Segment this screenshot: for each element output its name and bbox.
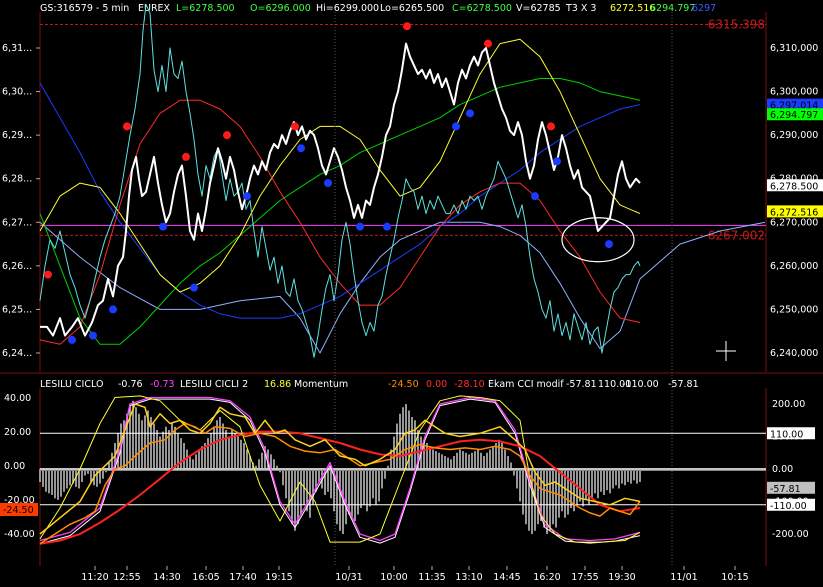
price-y-tick-right: 6,250,000 [770,304,818,315]
ind-value-6: -28.10 [454,379,485,390]
trading-chart[interactable]: GS:316579 - 5 min EUREX L=6278.500 O=629… [0,0,823,583]
ind-right-label: 110.00 [770,429,803,440]
blue-signal-dot [383,222,391,231]
symbol-label: GS:316579 - 5 min [40,3,129,14]
ind-label-1: LESILU CICLO [40,379,103,390]
price-y-tick-right: 6,270,000 [770,217,818,228]
x-tick-label: 11:20 [81,572,108,583]
price-y-tick-left: 6,25... [2,304,32,315]
blue-signal-dot [452,122,460,131]
blue-signal-dot [190,283,198,292]
price-y-tick-right: 6,240,000 [770,348,818,359]
x-tick-label: 10:00 [380,572,407,583]
price-y-tick-left: 6,26... [2,261,32,272]
ind-y-tick-left: 40.00 [4,393,31,404]
blue-signal-dot [297,144,305,153]
blue-signal-dot [243,192,251,201]
ind-value-1: -0.76 [118,379,143,390]
blue-signal-dot [159,222,167,231]
blue-signal-dot [324,179,332,188]
ind-y-tick-right: 0.00 [772,464,793,475]
x-tick-label: 13:10 [455,572,482,583]
red-signal-dot [484,39,492,48]
volume-value: V=62785 [516,3,561,14]
ind-y-tick-left: 0.00 [4,461,25,472]
price-y-tick-left: 6,24... [2,348,32,359]
x-tick-label: 14:30 [153,572,180,583]
high-value: Hi=6299.000 [316,3,379,14]
x-tick-label: 17:55 [571,572,598,583]
ind-y-tick-right: 200.00 [772,399,805,410]
blue-signal-dot [68,335,76,344]
blue-signal-dot [356,222,364,231]
x-tick-label: 12:55 [113,572,140,583]
ind-y-tick-left: 20.00 [4,427,31,438]
red-signal-dot [182,152,190,161]
red-signal-dot [44,270,52,279]
close-value: C=6278.500 [452,3,512,14]
last-value: L=6278.500 [176,3,235,14]
price-right-label: 6,278.500 [770,181,818,192]
header-value-1: 6272.516 [610,3,655,14]
exchange-label: EUREX [138,3,171,14]
price-hline-label-0: 6315.398 [708,17,765,31]
blue-signal-dot [605,240,613,249]
x-tick-label: 11:35 [418,572,445,583]
x-tick-label: 16:05 [192,572,219,583]
red-signal-dot [123,122,131,131]
price-y-tick-left: 6,27... [2,217,32,228]
x-tick-label: 17:40 [229,572,256,583]
red-signal-dot [223,131,231,140]
price-y-tick-right: 6,300,000 [770,87,818,98]
price-y-tick-left: 6,30... [2,87,32,98]
low-value: Lo=6265.500 [380,3,444,14]
ind-value-5: 0.00 [426,379,447,390]
ind-value-3: 16.86 [264,379,291,390]
ind-y-tick-left: -40.00 [4,529,35,540]
ind-right-label: -57.81 [770,484,801,495]
background [0,0,823,583]
price-y-tick-right: 6,260,000 [770,261,818,272]
price-y-tick-right: 6,290,000 [770,130,818,141]
blue-signal-dot [553,157,561,166]
x-tick-label: 14:45 [493,572,520,583]
x-tick-label: 19:15 [265,572,292,583]
open-value: O=6296.000 [250,3,311,14]
blue-signal-dot [89,331,97,340]
x-tick-label: 16:20 [533,572,560,583]
price-y-tick-left: 6,31... [2,43,32,54]
blue-signal-dot [531,192,539,201]
price-y-tick-left: 6,28... [2,174,32,185]
x-tick-label: 10:15 [721,572,748,583]
price-hline-label-1: 6267.002 [708,228,765,242]
ind-left-label: -24.50 [3,505,34,516]
ind-label-3: Momentum [294,379,348,390]
x-tick-label: 11/01 [670,572,697,583]
ind-label-2: LESILU CICLI 2 [180,379,248,390]
price-right-label: 6,272.516 [770,207,818,218]
price-y-tick-left: 6,29... [2,130,32,141]
red-signal-dot [403,22,411,31]
blue-signal-dot [466,109,474,118]
red-signal-dot [547,122,555,131]
chart-canvas[interactable]: GS:316579 - 5 min EUREX L=6278.500 O=629… [0,0,823,583]
price-header: GS:316579 - 5 min EUREX L=6278.500 O=629… [40,3,716,14]
blue-signal-dot [109,305,117,314]
ind-value-9: -110.00 [622,379,659,390]
ind-value-7: -57.81 [566,379,597,390]
red-signal-dot [291,122,299,131]
header-value-3: 6297 [692,3,716,14]
ind-value-4: -24.50 [388,379,419,390]
header-value-2: 6294.797 [650,3,695,14]
ind-value-2: -0.73 [150,379,175,390]
x-tick-label: 19:30 [608,572,635,583]
ind-right-label: -110.00 [770,501,807,512]
ind-value-10: -57.81 [668,379,699,390]
ind-y-tick-right: -200.00 [772,529,809,540]
mode-label: T3 X 3 [565,3,596,14]
x-tick-label: 10/31 [335,572,362,583]
price-right-label: 6,294.797 [770,110,818,121]
ind-label-4: Ekam CCI modif [488,379,564,390]
price-y-tick-right: 6,310,000 [770,43,818,54]
